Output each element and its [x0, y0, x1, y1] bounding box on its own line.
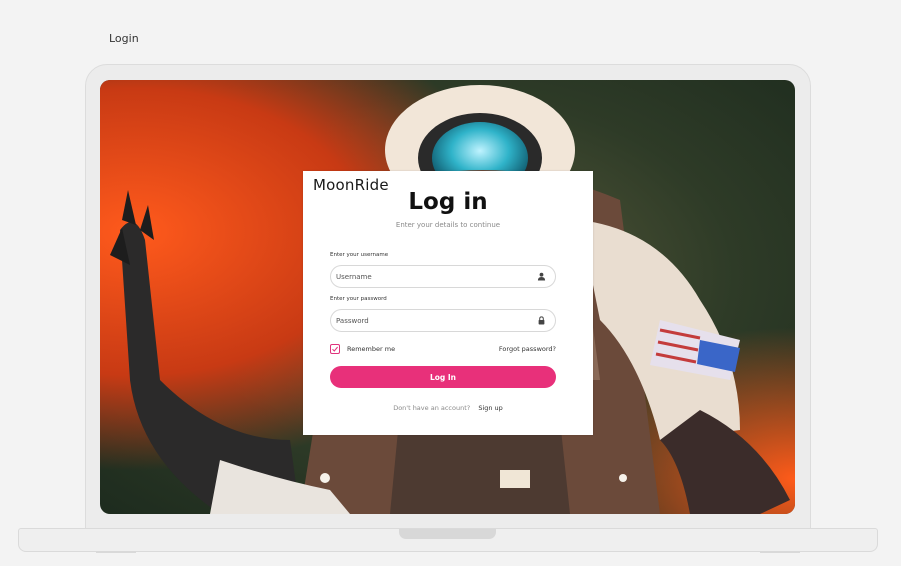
page-title: Login — [109, 32, 139, 45]
login-subheading: Enter your details to continue — [395, 221, 501, 229]
laptop-foot-right — [760, 551, 800, 553]
laptop-foot-left — [96, 551, 136, 553]
check-icon — [332, 346, 338, 352]
signup-link[interactable]: Sign up — [478, 404, 503, 412]
login-card: MoonRide Log in Enter your details to co… — [303, 171, 593, 435]
password-field[interactable] — [330, 309, 556, 332]
lock-icon — [538, 316, 545, 325]
password-input[interactable] — [336, 310, 526, 331]
remember-me-label: Remember me — [347, 345, 396, 353]
remember-me[interactable]: Remember me — [330, 344, 395, 354]
username-label: Enter your username — [330, 252, 389, 258]
laptop-notch — [399, 529, 496, 539]
remember-me-checkbox[interactable] — [330, 344, 340, 354]
login-heading: Log in — [408, 189, 488, 215]
username-field[interactable] — [330, 265, 556, 288]
password-label: Enter your password — [330, 296, 387, 302]
signup-prompt: Don't have an account? — [393, 404, 471, 412]
login-button[interactable]: Log In — [330, 366, 556, 388]
username-input[interactable] — [336, 266, 526, 287]
signup-row: Don't have an account? Sign up — [303, 404, 593, 412]
forgot-password-link[interactable]: Forgot password? — [499, 345, 556, 353]
user-icon — [537, 272, 546, 281]
